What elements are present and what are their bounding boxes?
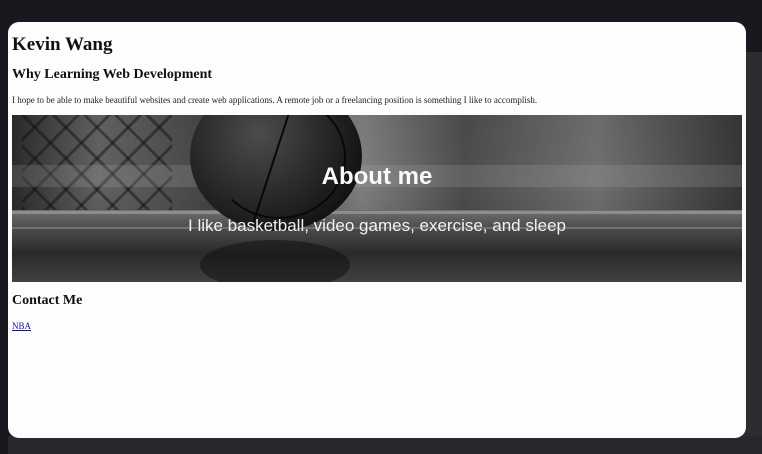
why-heading: Why Learning Web Development	[12, 67, 213, 82]
page-title: Kevin Wang	[12, 34, 113, 55]
nba-link[interactable]: NBA	[12, 321, 31, 331]
hero-title: About me	[321, 163, 433, 190]
background-panel-bottom	[8, 436, 762, 454]
contact-heading: Contact Me	[12, 293, 83, 308]
why-paragraph: I hope to be able to make beautiful webs…	[12, 95, 538, 105]
hero-overlay	[12, 115, 742, 282]
hero-subtitle: I like basketball, video games, exercise…	[188, 216, 566, 235]
hero-banner: About me I like basketball, video games,…	[12, 115, 742, 282]
preview-window: Kevin Wang Why Learning Web Development …	[8, 22, 746, 438]
